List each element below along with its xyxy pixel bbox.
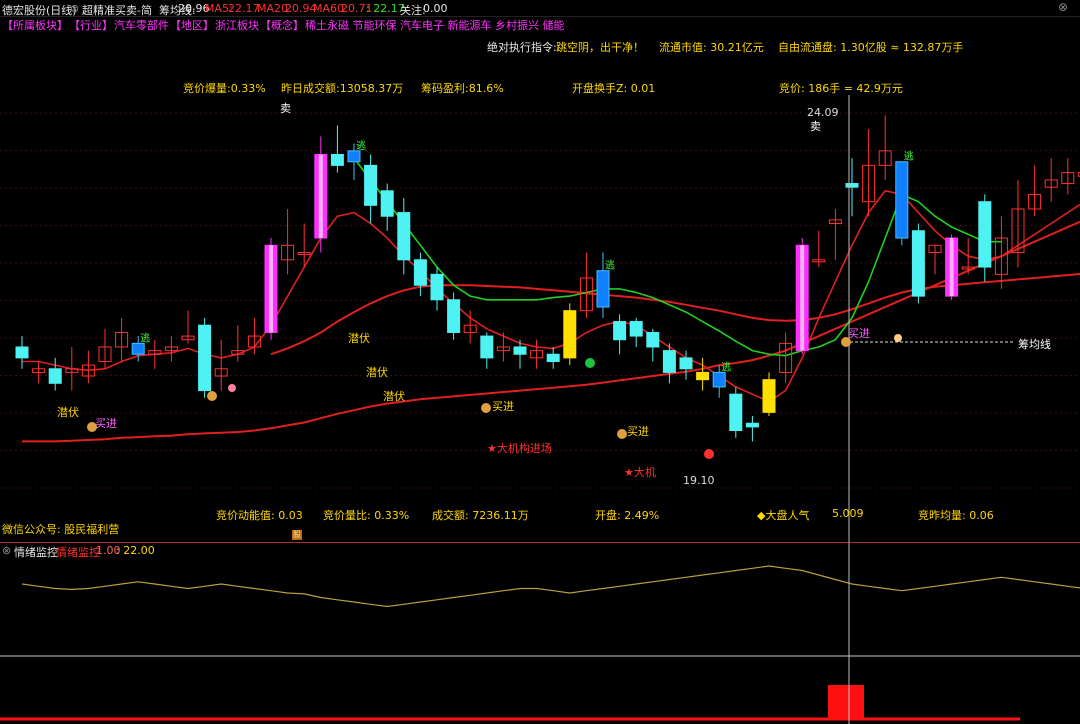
candle-body (729, 393, 743, 432)
high-price-label: 24.09 (807, 106, 839, 119)
buy-label: 买进 (848, 327, 870, 340)
candle-body (845, 183, 859, 188)
candlestick-chart[interactable]: 逃逃逃逃逃逃卖卖24.0919.10筹均线潜伏潜伏潜伏潜伏买进买进买进买进★大机… (0, 30, 1080, 542)
volume: 成交额: 7236.11万 (432, 509, 529, 522)
red-marker-icon (704, 449, 714, 459)
money-bag-icon (841, 337, 851, 347)
marker-dot-icon (228, 384, 236, 392)
buy-label: 买进 (627, 425, 649, 438)
bid-momentum: 竞价动能值: 0.03 (216, 509, 303, 522)
lurk-label: 潜伏 (348, 331, 370, 345)
sell-label: 卖 (280, 102, 291, 115)
escape-marker: 逃 (721, 360, 731, 373)
badge-icon: 股 (292, 530, 302, 540)
candle-body (131, 342, 145, 355)
popularity-value: 5.009 (832, 507, 864, 520)
money-bag-icon (481, 403, 491, 413)
escape-marker: 逃 (140, 331, 150, 344)
bid-ratio: 竞价量比: 0.33% (323, 509, 410, 522)
money-bag-icon (207, 391, 217, 401)
volume-bar (828, 685, 864, 720)
ma-mid-line (270, 272, 1080, 356)
candle-body (380, 190, 394, 217)
candle-body (15, 346, 29, 359)
candle-body (978, 201, 992, 268)
extra-value: : 22.17 (366, 2, 405, 15)
institution-label: ★大机 (624, 465, 656, 479)
ma5-value: 22.17 (228, 2, 260, 15)
candle-body (397, 212, 411, 261)
bid-avg: 竞昨均量: 0.06 (918, 509, 994, 522)
candle-body (629, 321, 643, 337)
candle-body (596, 270, 610, 308)
candle-body (430, 273, 444, 301)
candle-body (447, 299, 461, 333)
candle-body (48, 368, 62, 384)
escape-marker: 逃 (605, 259, 615, 272)
candle-highlight (269, 245, 273, 333)
candle-highlight (949, 238, 954, 297)
sentiment-chart[interactable] (0, 542, 1080, 724)
lurk-label: 潜伏 (366, 365, 388, 379)
buy-label: 买进 (492, 400, 514, 413)
lurk-label: 潜伏 (383, 389, 405, 403)
ma20-value: 20.94 (285, 2, 317, 15)
candle-body (330, 153, 344, 166)
close-icon[interactable]: ⊗ (1058, 0, 1068, 14)
institution-label: ★大机构进场 (487, 441, 552, 455)
gear-icon[interactable]: ⊗ (70, 2, 79, 15)
open-pct: 开盘: 2.49% (595, 509, 660, 522)
sell-label: 卖 (810, 120, 821, 133)
focus-value: 0.00 (423, 2, 448, 15)
candle-body (895, 161, 909, 239)
escape-marker: 逃 (356, 139, 366, 152)
money-bag-icon (87, 422, 97, 432)
candle-highlight (318, 154, 323, 239)
candle-body (762, 379, 776, 413)
buy-label: 买进 (95, 417, 117, 430)
popularity-label: ◆大盘人气 (757, 509, 810, 522)
marker-dot-icon (894, 334, 902, 342)
candle-body (198, 324, 212, 392)
money-bag-icon (617, 429, 627, 439)
wechat-label: 微信公众号: 股民福利营 (2, 523, 120, 536)
candle-body (646, 331, 660, 348)
top-bar: 德宏股份(日线) ⊗ 超精准买卖-简 筹均线: 20.96 MA5: 22.17… (0, 0, 1080, 17)
candle-highlight (800, 245, 805, 351)
candle-body (546, 353, 560, 363)
candle-body (696, 371, 710, 381)
candle-body (513, 346, 527, 355)
stock-title[interactable]: 德宏股份(日线) (2, 2, 77, 18)
formula-name[interactable]: 超精准买卖-简 (82, 2, 152, 18)
candle-body (563, 310, 577, 359)
chip-line-label: 筹均线 (1018, 337, 1051, 351)
candle-body (745, 422, 759, 428)
candle-body (613, 321, 627, 341)
candle-body (911, 230, 925, 297)
candle-body (480, 335, 494, 359)
candle-body (347, 150, 361, 163)
candle-body (679, 357, 693, 370)
focus-label: 关注: (400, 4, 426, 17)
lurk-label: 潜伏 (57, 405, 79, 419)
candle-body (413, 259, 427, 286)
green-marker-icon (585, 358, 595, 368)
candle-body (364, 164, 378, 206)
low-price-label: 19.10 (683, 474, 715, 487)
sentiment-line (21, 565, 1080, 608)
candle-body (712, 371, 726, 388)
escape-marker: 逃 (904, 150, 914, 163)
candle-body (662, 350, 676, 373)
